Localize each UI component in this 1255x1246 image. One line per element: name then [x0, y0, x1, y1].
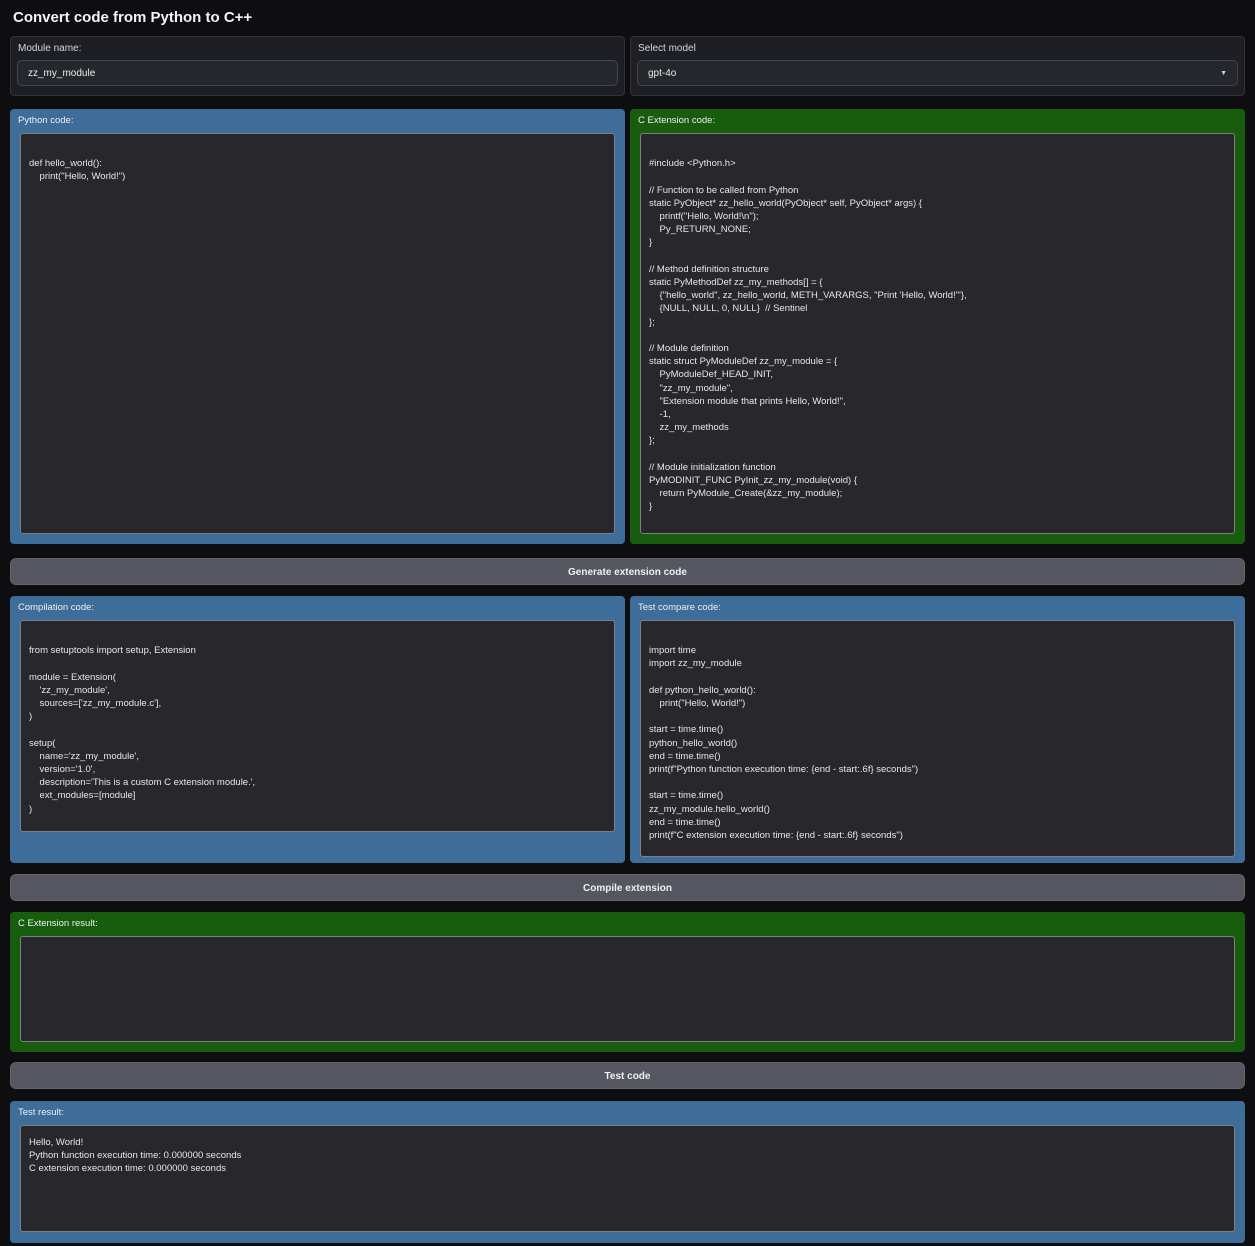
test-compare-code-textarea[interactable]: import time import zz_my_module def pyth…	[640, 620, 1235, 857]
compilation-code-textarea[interactable]: from setuptools import setup, Extension …	[20, 620, 615, 832]
app-container: Convert code from Python to C++ Module n…	[0, 0, 1255, 1243]
c-extension-code-label: C Extension code:	[638, 115, 715, 126]
test-result-textarea[interactable]: Hello, World! Python function execution …	[20, 1125, 1235, 1232]
test-compare-code-panel: Test compare code: import time import zz…	[630, 596, 1245, 863]
model-select-label: Select model	[638, 43, 1238, 54]
c-extension-result-label: C Extension result:	[18, 918, 98, 929]
model-selected-value: gpt-4o	[648, 68, 676, 79]
model-select-dropdown[interactable]: gpt-4o ▼	[637, 60, 1238, 86]
module-name-label: Module name:	[18, 43, 618, 54]
python-code-textarea[interactable]: def hello_world(): print("Hello, World!"…	[20, 133, 615, 534]
c-extension-result-panel: C Extension result:	[10, 912, 1245, 1052]
test-compare-code-label: Test compare code:	[638, 602, 721, 613]
compile-extension-button[interactable]: Compile extension	[10, 874, 1245, 901]
generate-extension-code-button[interactable]: Generate extension code	[10, 558, 1245, 585]
test-result-panel: Test result: Hello, World! Python functi…	[10, 1101, 1245, 1243]
c-extension-code-textarea[interactable]: #include <Python.h> // Function to be ca…	[640, 133, 1235, 534]
test-result-label: Test result:	[18, 1107, 64, 1118]
module-name-group: Module name:	[10, 36, 625, 96]
module-name-input[interactable]	[17, 60, 618, 86]
form-row: Module name: Select model gpt-4o ▼	[10, 36, 1245, 96]
test-code-button[interactable]: Test code	[10, 1062, 1245, 1089]
compilation-code-panel: Compilation code: from setuptools import…	[10, 596, 625, 863]
c-extension-code-panel: C Extension code: #include <Python.h> //…	[630, 109, 1245, 544]
c-extension-result-textarea[interactable]	[20, 936, 1235, 1042]
model-select-group: Select model gpt-4o ▼	[630, 36, 1245, 96]
page-title: Convert code from Python to C++	[13, 0, 1245, 26]
python-code-panel: Python code: def hello_world(): print("H…	[10, 109, 625, 544]
python-code-label: Python code:	[18, 115, 73, 126]
compilation-code-label: Compilation code:	[18, 602, 94, 613]
code-row: Python code: def hello_world(): print("H…	[10, 109, 1245, 544]
compilation-row: Compilation code: from setuptools import…	[10, 596, 1245, 863]
chevron-down-icon: ▼	[1220, 70, 1227, 77]
